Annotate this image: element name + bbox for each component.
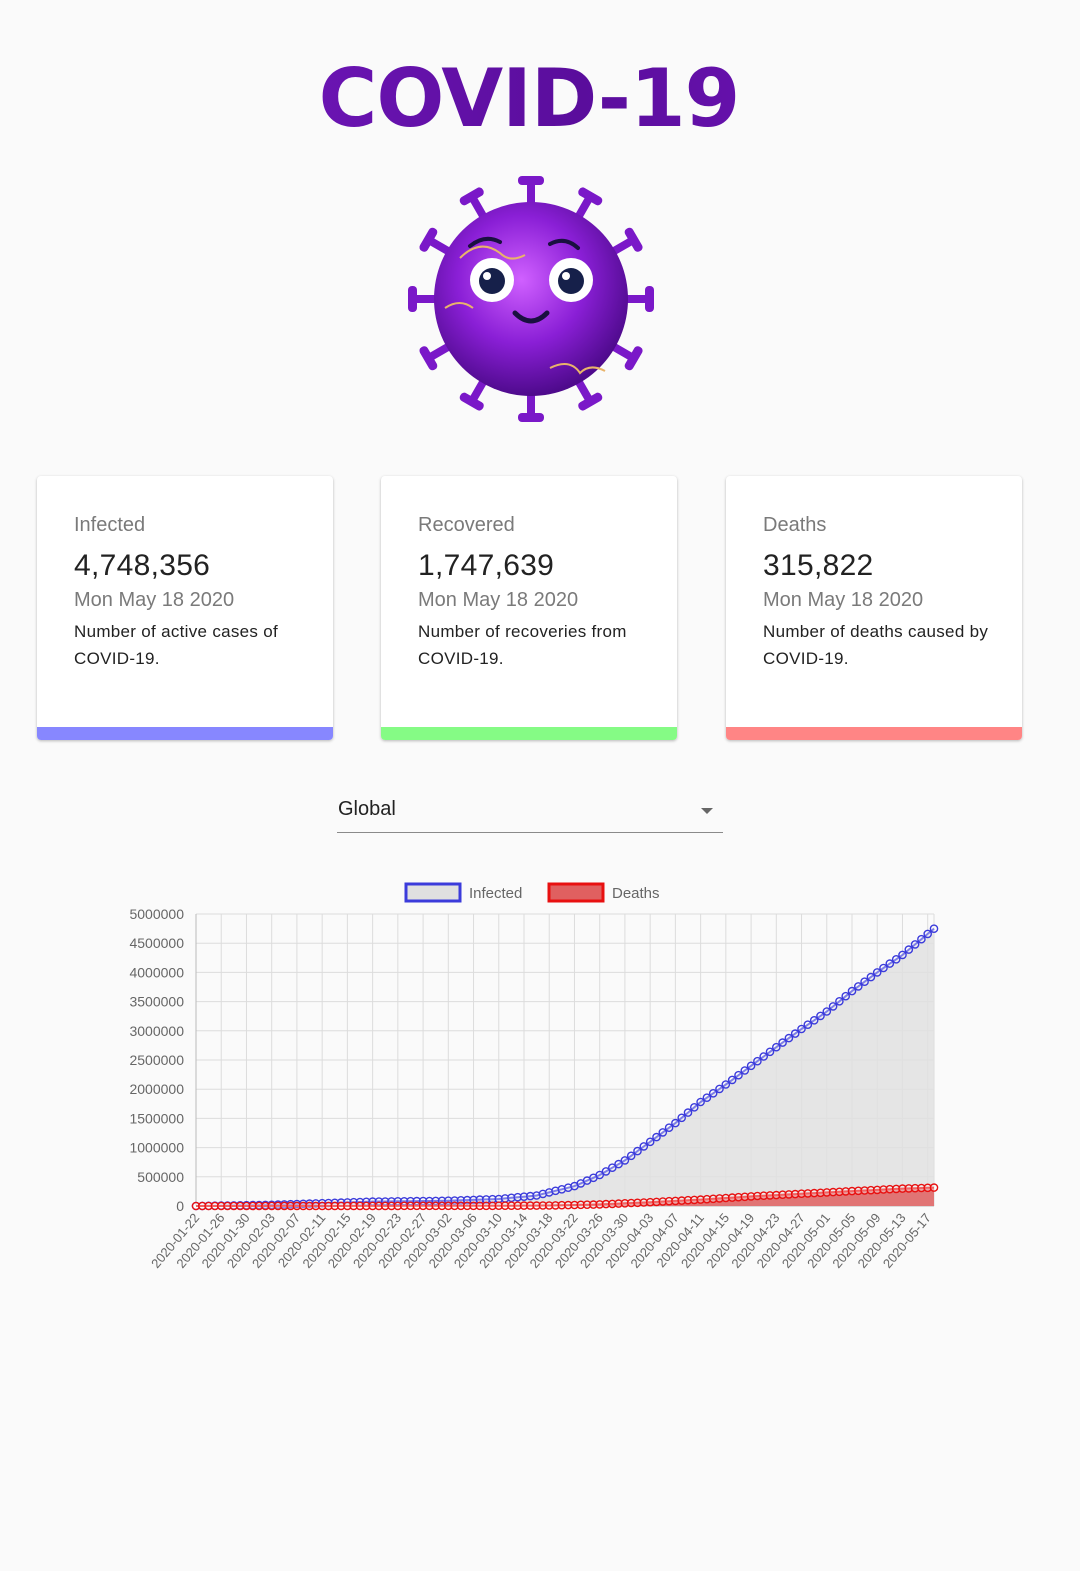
dropdown-arrow-icon[interactable]	[701, 808, 713, 814]
deaths-label: Deaths	[763, 514, 827, 536]
infected-point	[683, 1108, 693, 1117]
infected-point	[639, 1142, 649, 1151]
legend-swatch-deaths	[547, 882, 605, 903]
recovered-description: Number of recoveries from COVID-19.	[418, 622, 627, 668]
infected-description: Number of active cases of COVID-19.	[74, 622, 279, 668]
infected-point	[929, 924, 939, 934]
y-tick-label: 4500000	[129, 935, 184, 951]
recovered-label: Recovered	[418, 514, 515, 536]
virus-mascot-icon	[408, 176, 654, 422]
infected-point	[658, 1128, 668, 1137]
infected-point	[690, 1102, 699, 1112]
infected-point	[746, 1061, 756, 1071]
infected-point	[910, 940, 920, 949]
legend-swatch-infected	[404, 882, 462, 903]
deaths-point	[929, 1183, 939, 1192]
deaths-date: Mon May 18 2020	[763, 589, 924, 611]
infected-point	[645, 1137, 655, 1147]
y-tick-label: 3000000	[129, 1023, 184, 1039]
infected-point	[620, 1156, 630, 1165]
y-tick-label: 2000000	[129, 1081, 184, 1097]
infected-area	[196, 928, 934, 1206]
y-tick-label: 500000	[137, 1169, 184, 1185]
y-tick-label: 3500000	[129, 994, 184, 1010]
infected-point	[677, 1113, 687, 1123]
infected-point	[790, 1029, 800, 1038]
y-tick-label: 4000000	[129, 964, 184, 980]
infected-point	[734, 1070, 743, 1080]
country-select[interactable]: Global	[337, 792, 723, 833]
infected-point	[664, 1123, 674, 1133]
infected-point	[753, 1056, 762, 1066]
infected-point	[917, 934, 926, 944]
country-select-value: Global	[338, 798, 396, 820]
chart-container: Infected Deaths 0 500000 1000000 1500000 20000…	[100, 870, 960, 1300]
app-title: COVID-19	[0, 52, 1058, 145]
infected-point	[740, 1066, 750, 1075]
infected-point	[854, 982, 863, 991]
legend-label-infected: Infected	[469, 885, 522, 902]
y-tick-label: 1500000	[129, 1110, 184, 1126]
infected-point	[671, 1118, 680, 1128]
infected-point	[626, 1151, 636, 1161]
y-tick-label: 0	[176, 1198, 184, 1214]
infected-color-bar	[37, 727, 333, 740]
recovered-count: 1,747,639	[418, 549, 555, 582]
deaths-description: Number of deaths caused by COVID-19.	[763, 622, 989, 668]
infected-label: Infected	[74, 514, 146, 536]
recovered-date: Mon May 18 2020	[418, 589, 579, 611]
infected-point	[898, 950, 907, 960]
infected-point	[765, 1047, 775, 1057]
infected-point	[803, 1020, 813, 1029]
infected-date: Mon May 18 2020	[74, 589, 235, 611]
deaths-color-bar	[726, 727, 1022, 740]
infected-count: 4,748,356	[74, 549, 211, 582]
recovered-card: Recovered 1,747,639 Mon May 18 2020 Numb…	[381, 476, 677, 740]
infected-point	[727, 1075, 737, 1085]
y-tick-label: 2500000	[129, 1052, 184, 1068]
infected-point	[772, 1042, 781, 1052]
recovered-color-bar	[381, 727, 677, 740]
y-tick-label: 1000000	[129, 1140, 184, 1156]
infected-point	[841, 991, 851, 1001]
infected-point	[652, 1132, 661, 1142]
infected-point	[633, 1146, 642, 1156]
deaths-count: 315,822	[763, 549, 874, 582]
infected-point	[822, 1007, 832, 1016]
deaths-card: Deaths 315,822 Mon May 18 2020 Number of…	[726, 476, 1022, 740]
cases-line-chart: Infected Deaths 0 500000 1000000 1500000 20000…	[129, 882, 939, 1271]
infected-point	[923, 929, 933, 939]
infected-point	[860, 977, 869, 986]
infected-point	[847, 986, 857, 996]
infected-card: Infected 4,748,356 Mon May 18 2020 Numbe…	[37, 476, 333, 740]
y-tick-label: 5000000	[129, 906, 184, 922]
infected-point	[904, 945, 914, 954]
infected-point	[828, 1002, 838, 1011]
infected-point	[866, 972, 876, 982]
infected-point	[721, 1080, 731, 1089]
infected-point	[759, 1052, 769, 1061]
legend-label-deaths: Deaths	[612, 885, 660, 902]
infected-point	[835, 997, 844, 1006]
